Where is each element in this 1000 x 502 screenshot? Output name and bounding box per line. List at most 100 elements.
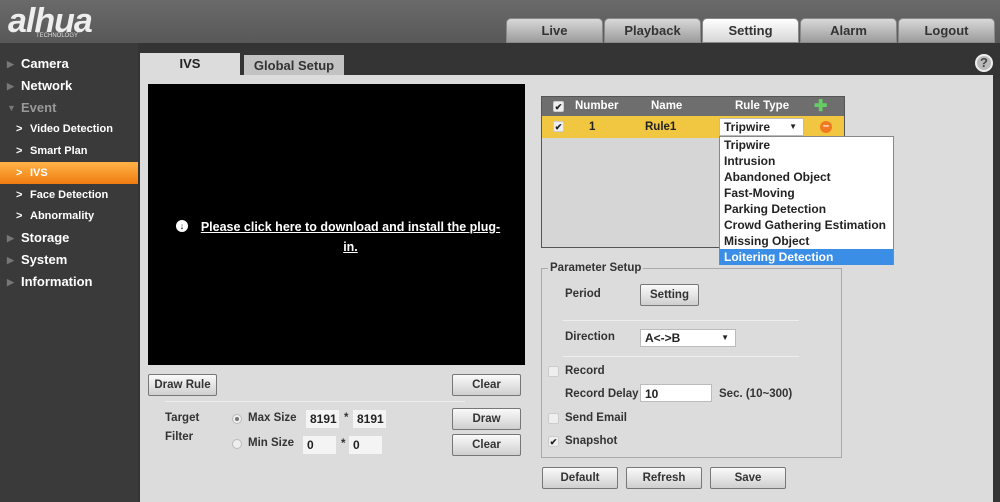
chevron-right-icon: > bbox=[16, 189, 23, 201]
delete-rule-icon[interactable]: – bbox=[820, 121, 832, 133]
times-sign: * bbox=[344, 412, 349, 424]
max-width-input[interactable]: 8191 bbox=[306, 410, 339, 428]
min-height-input[interactable]: 0 bbox=[349, 436, 382, 454]
save-button[interactable]: Save bbox=[710, 467, 786, 489]
sidebar-item-storage[interactable]: ▶ Storage bbox=[0, 227, 138, 249]
option-loitering-detection[interactable]: Loitering Detection bbox=[720, 249, 893, 265]
sidebar-item-face-detection[interactable]: > Face Detection bbox=[0, 184, 138, 206]
parameter-setup-legend: Parameter Setup bbox=[548, 262, 644, 274]
max-size-radio[interactable] bbox=[232, 414, 242, 424]
chevron-right-icon: > bbox=[16, 167, 23, 179]
col-number: Number bbox=[575, 100, 619, 112]
sidebar-item-abnormality[interactable]: > Abnormality bbox=[0, 205, 138, 227]
sidebar-label: System bbox=[21, 252, 68, 267]
option-abandoned-object[interactable]: Abandoned Object bbox=[720, 169, 893, 185]
direction-label: Direction bbox=[565, 331, 615, 343]
plugin-download-link[interactable]: Please click here to download and instal… bbox=[198, 217, 503, 257]
chevron-right-icon: > bbox=[16, 123, 23, 135]
record-checkbox[interactable] bbox=[548, 366, 559, 377]
rules-table-header: ✔ Number Name Rule Type ✚ bbox=[542, 97, 844, 116]
option-tripwire[interactable]: Tripwire bbox=[720, 137, 893, 153]
draw-button[interactable]: Draw bbox=[452, 408, 521, 430]
sidebar-label: Abnormality bbox=[30, 210, 95, 222]
period-setting-button[interactable]: Setting bbox=[640, 284, 699, 306]
record-delay-label: Record Delay bbox=[565, 388, 639, 400]
table-row[interactable]: ✔ 1 Rule1 Tripwire ▼ – bbox=[542, 116, 844, 138]
snapshot-label: Snapshot bbox=[565, 435, 618, 447]
triangle-down-icon: ▼ bbox=[7, 103, 16, 113]
record-delay-hint: Sec. (10~300) bbox=[719, 388, 793, 400]
direction-value: A<->B bbox=[645, 331, 681, 345]
rule-number: 1 bbox=[589, 121, 596, 133]
tab-global-setup[interactable]: Global Setup bbox=[244, 55, 344, 77]
option-parking-detection[interactable]: Parking Detection bbox=[720, 201, 893, 217]
max-height-input[interactable]: 8191 bbox=[353, 410, 386, 428]
rule-type-value: Tripwire bbox=[724, 120, 771, 134]
sidebar-item-smart-plan[interactable]: > Smart Plan bbox=[0, 140, 138, 162]
sidebar-item-event[interactable]: ▼ Event bbox=[0, 97, 138, 119]
target-filter-label-2: Filter bbox=[165, 431, 194, 443]
draw-rule-button[interactable]: Draw Rule bbox=[148, 374, 217, 396]
nav-tab-alarm[interactable]: Alarm bbox=[800, 18, 897, 43]
option-missing-object[interactable]: Missing Object bbox=[720, 233, 893, 249]
sidebar-item-camera[interactable]: ▶ Camera bbox=[0, 53, 138, 75]
sidebar-item-video-detection[interactable]: > Video Detection bbox=[0, 118, 138, 140]
send-email-label: Send Email bbox=[565, 412, 627, 424]
sidebar-item-ivs[interactable]: > IVS bbox=[0, 162, 138, 184]
sidebar-label: Network bbox=[21, 78, 73, 93]
rule-type-select[interactable]: Tripwire ▼ bbox=[719, 118, 804, 136]
rule-name[interactable]: Rule1 bbox=[645, 116, 676, 138]
triangle-right-icon: ▶ bbox=[7, 233, 14, 243]
sidebar-label: Event bbox=[21, 100, 57, 115]
divider bbox=[563, 356, 799, 357]
nav-tab-logout[interactable]: Logout bbox=[898, 18, 995, 43]
target-filter-label: Target bbox=[165, 412, 200, 424]
min-size-label: Min Size bbox=[248, 437, 295, 449]
sidebar-label: Video Detection bbox=[30, 123, 113, 135]
add-rule-icon[interactable]: ✚ bbox=[814, 97, 827, 116]
record-label: Record bbox=[565, 365, 605, 377]
snapshot-checkbox[interactable]: ✔ bbox=[548, 436, 559, 447]
min-width-input[interactable]: 0 bbox=[303, 436, 336, 454]
select-all-checkbox[interactable]: ✔ bbox=[553, 101, 564, 112]
tab-ivs[interactable]: IVS bbox=[140, 53, 240, 76]
refresh-button[interactable]: Refresh bbox=[626, 467, 702, 489]
video-preview: ↓ Please click here to download and inst… bbox=[148, 84, 525, 365]
triangle-right-icon: ▶ bbox=[7, 277, 14, 287]
help-icon[interactable]: ? bbox=[975, 54, 993, 72]
max-size-label: Max Size bbox=[248, 412, 297, 424]
dropdown-arrow-icon: ▼ bbox=[721, 333, 729, 342]
nav-tab-playback[interactable]: Playback bbox=[604, 18, 701, 43]
nav-tab-setting[interactable]: Setting bbox=[702, 18, 799, 43]
default-button[interactable]: Default bbox=[542, 467, 618, 489]
sidebar-label: Camera bbox=[21, 56, 69, 71]
logo-tagline: TECHNOLOGY bbox=[36, 33, 79, 39]
triangle-right-icon: ▶ bbox=[7, 255, 14, 265]
sidebar-item-system[interactable]: ▶ System bbox=[0, 249, 138, 271]
record-delay-input[interactable]: 10 bbox=[640, 384, 712, 402]
download-icon[interactable]: ↓ bbox=[176, 220, 188, 232]
sidebar-item-network[interactable]: ▶ Network bbox=[0, 75, 138, 97]
col-name: Name bbox=[651, 100, 683, 112]
chevron-right-icon: > bbox=[16, 210, 23, 222]
clear-rule-button[interactable]: Clear bbox=[452, 374, 521, 396]
min-size-radio[interactable] bbox=[232, 439, 242, 449]
sidebar-label: IVS bbox=[30, 167, 48, 179]
option-intrusion[interactable]: Intrusion bbox=[720, 153, 893, 169]
sidebar-label: Face Detection bbox=[30, 189, 109, 201]
sidebar-label: Smart Plan bbox=[30, 145, 88, 157]
times-sign: * bbox=[341, 438, 346, 450]
chevron-right-icon: > bbox=[16, 145, 23, 157]
divider bbox=[165, 401, 465, 402]
rule-type-dropdown: Tripwire Intrusion Abandoned Object Fast… bbox=[719, 136, 894, 265]
sidebar-label: Information bbox=[21, 274, 93, 289]
nav-tab-live[interactable]: Live bbox=[506, 18, 603, 43]
col-rule-type: Rule Type bbox=[735, 100, 790, 112]
sidebar-item-information[interactable]: ▶ Information bbox=[0, 271, 138, 293]
option-fast-moving[interactable]: Fast-Moving bbox=[720, 185, 893, 201]
send-email-checkbox[interactable] bbox=[548, 413, 559, 424]
clear-filter-button[interactable]: Clear bbox=[452, 434, 521, 456]
option-crowd-gathering[interactable]: Crowd Gathering Estimation bbox=[720, 217, 893, 233]
row-checkbox[interactable]: ✔ bbox=[553, 121, 564, 132]
direction-select[interactable]: A<->B ▼ bbox=[640, 329, 736, 347]
